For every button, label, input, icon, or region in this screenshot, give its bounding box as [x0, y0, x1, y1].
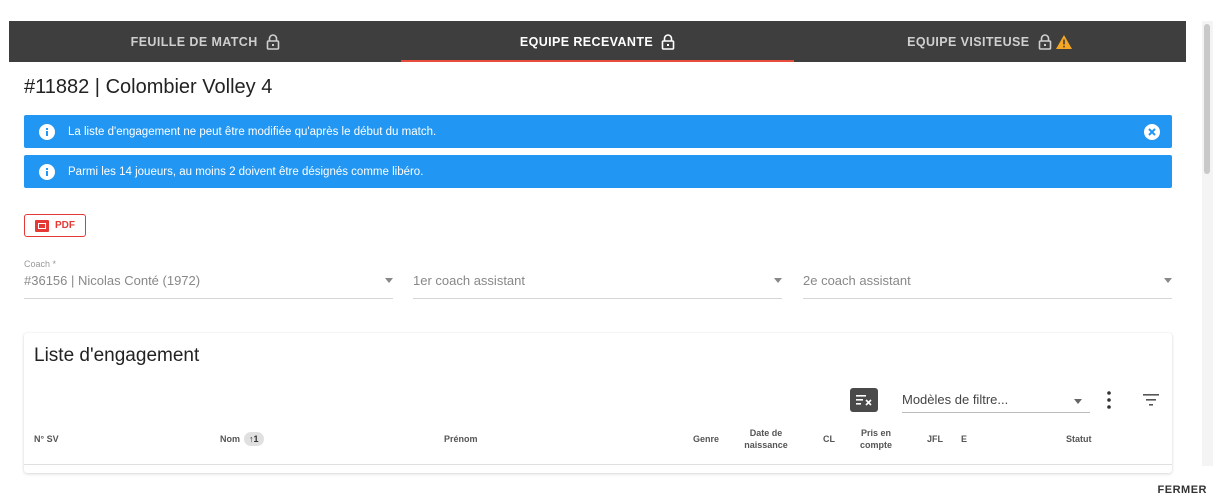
clear-filter-button[interactable]: [850, 388, 878, 412]
pdf-button[interactable]: PDF: [24, 214, 86, 237]
page-title: #11882 | Colombier Volley 4: [24, 76, 273, 98]
info-alert-locked: La liste d'engagement ne peut être modif…: [24, 115, 1172, 148]
col-header-date-naissance[interactable]: Date de naissance: [739, 427, 793, 451]
filter-model-select[interactable]: Modèles de filtre...: [902, 389, 1090, 413]
tab-equipe-visiteuse[interactable]: EQUIPE VISITEUSE: [794, 21, 1186, 62]
lock-icon: [661, 33, 675, 50]
col-header-nom[interactable]: Nom ↑1: [220, 432, 264, 446]
pdf-icon: [35, 219, 49, 232]
assistant-coach-1-select[interactable]: 1er coach assistant: [413, 259, 782, 299]
chevron-down-icon: [1164, 278, 1172, 283]
lock-icon: [1038, 33, 1052, 50]
coach-select[interactable]: Coach * #36156 | Nicolas Conté (1972): [24, 259, 393, 299]
more-vert-icon[interactable]: [1104, 390, 1114, 410]
assistant-coach-2-placeholder: 2e coach assistant: [803, 273, 911, 288]
scrollbar[interactable]: [1202, 21, 1213, 466]
coach-value: #36156 | Nicolas Conté (1972): [24, 273, 201, 288]
col-header-statut[interactable]: Statut: [1066, 433, 1092, 445]
info-icon: [39, 123, 55, 140]
filter-list-icon[interactable]: [1142, 392, 1160, 408]
sort-badge: ↑1: [244, 432, 264, 446]
engagement-card: Liste d'engagement Modèles de filtre... …: [24, 333, 1172, 473]
col-header-nsv[interactable]: N° SV: [34, 433, 59, 445]
col-header-genre[interactable]: Genre: [693, 433, 719, 445]
assistant-coach-1-placeholder: 1er coach assistant: [413, 273, 526, 288]
col-header-pris-line2: compte: [859, 440, 892, 450]
lock-icon: [266, 33, 280, 50]
chevron-down-icon: [1074, 399, 1082, 404]
tab-label: FEUILLE DE MATCH: [130, 34, 258, 49]
tab-label: EQUIPE VISITEUSE: [907, 34, 1030, 49]
tab-feuille-de-match[interactable]: FEUILLE DE MATCH: [9, 21, 401, 62]
col-header-nom-label: Nom: [220, 434, 240, 444]
col-header-pris-en-compte[interactable]: Pris en compte: [857, 427, 895, 451]
col-header-jfl[interactable]: JFL: [927, 433, 943, 445]
col-header-pris-line1: Pris en: [860, 428, 891, 438]
scrollbar-thumb[interactable]: [1204, 24, 1210, 174]
col-header-date-line1: Date de: [749, 428, 783, 438]
engagement-title: Liste d'engagement: [34, 345, 200, 366]
coach-selects: Coach * #36156 | Nicolas Conté (1972) 1e…: [24, 259, 1172, 299]
col-header-date-line2: naissance: [744, 440, 788, 450]
coach-label: Coach *: [24, 259, 57, 269]
assistant-coach-2-select[interactable]: 2e coach assistant: [803, 259, 1172, 299]
info-alert-libero: Parmi les 14 joueurs, au moins 2 doivent…: [24, 155, 1172, 188]
tab-equipe-recevante[interactable]: EQUIPE RECEVANTE: [401, 21, 794, 62]
tab-label: EQUIPE RECEVANTE: [519, 34, 654, 49]
col-header-prenom[interactable]: Prénom: [444, 433, 478, 445]
pdf-label: PDF: [55, 220, 75, 231]
col-header-e[interactable]: E: [961, 433, 967, 445]
sort-order: 1: [253, 434, 259, 444]
close-button[interactable]: FERMER: [1158, 484, 1207, 496]
warning-icon: [1055, 34, 1073, 50]
close-icon[interactable]: [1144, 124, 1160, 140]
filter-model-placeholder: Modèles de filtre...: [902, 392, 1009, 407]
alert-text: La liste d'engagement ne peut être modif…: [68, 125, 437, 138]
clear-filter-icon: [856, 395, 872, 406]
chevron-down-icon: [385, 278, 393, 283]
alert-text: Parmi les 14 joueurs, au moins 2 doivent…: [68, 165, 424, 178]
chevron-down-icon: [774, 278, 782, 283]
info-icon: [39, 163, 55, 180]
col-header-cl[interactable]: CL: [823, 433, 835, 445]
table-header-divider: [24, 464, 1172, 465]
match-tabs: FEUILLE DE MATCH EQUIPE RECEVANTE EQUIPE…: [9, 21, 1186, 62]
